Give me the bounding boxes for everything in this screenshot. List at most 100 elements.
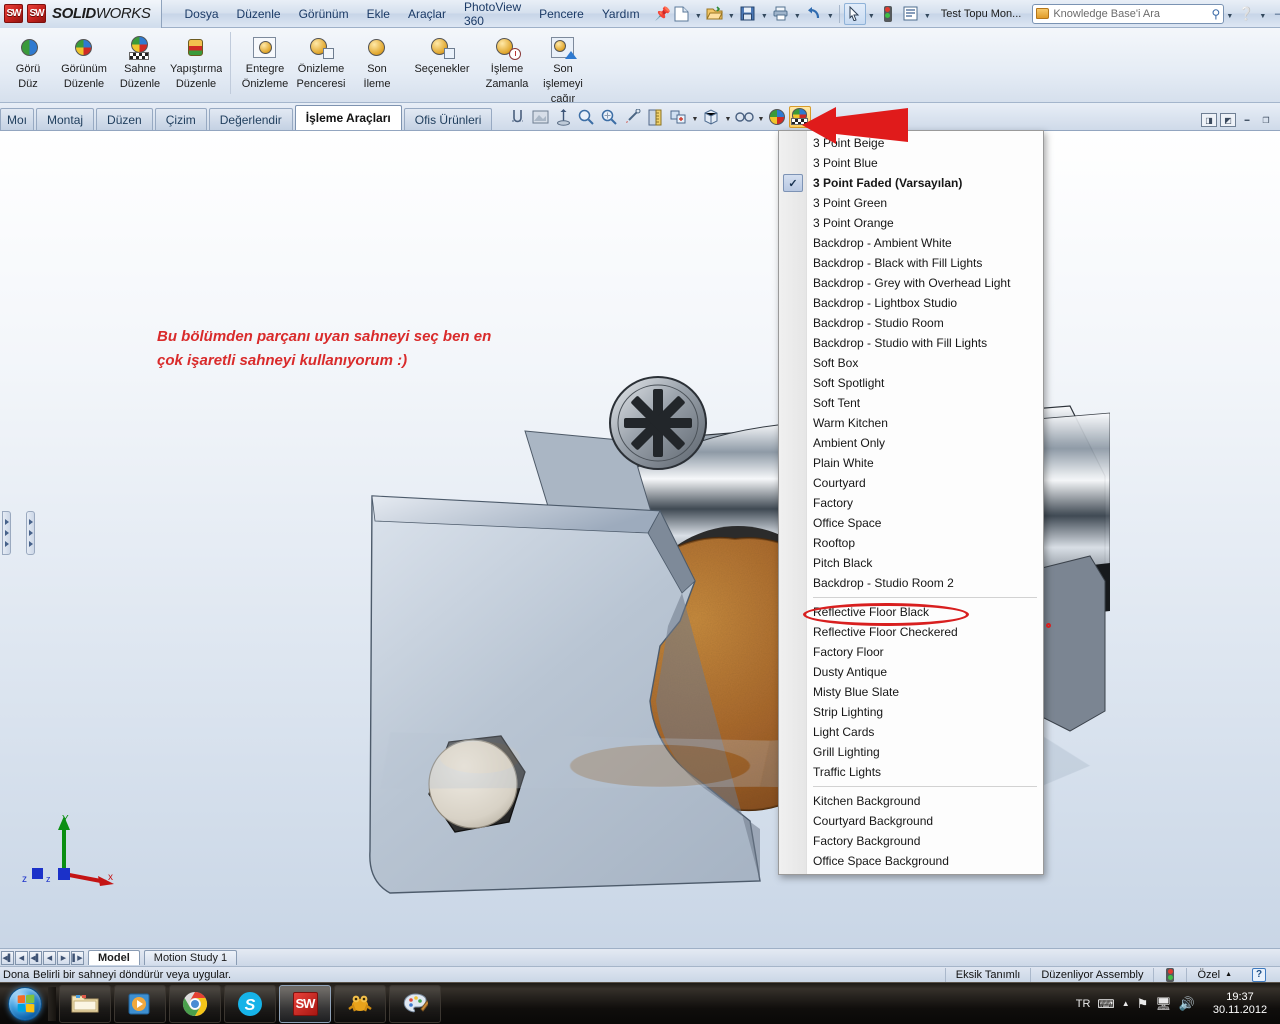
- status-traffic-light-icon[interactable]: [1153, 967, 1186, 982]
- undo-icon[interactable]: [803, 3, 825, 25]
- nav-prev-page-icon[interactable]: ◀: [15, 950, 28, 965]
- quick-access-toolbar[interactable]: ▼ ▼ ▼ ▼ ▼ ▼ ▼ Test Topu Mon... Knowledge…: [671, 2, 1280, 25]
- ribbon-button-integrated-preview[interactable]: Entegre Önizleme: [237, 32, 293, 94]
- feature-tree-splitter[interactable]: [2, 511, 11, 555]
- doc-minimize-icon[interactable]: ━: [1239, 113, 1255, 127]
- menu-ekle[interactable]: Ekle: [358, 3, 399, 25]
- select-caret-icon[interactable]: ▼: [867, 3, 876, 25]
- nav-forward-icon[interactable]: ▶: [57, 950, 70, 965]
- frog-icon[interactable]: [334, 984, 386, 1023]
- menu-item-22[interactable]: Backdrop - Studio Room 2: [779, 573, 1043, 593]
- move-component-icon[interactable]: [552, 106, 574, 128]
- menu-item-office-space-background[interactable]: Office Space Background: [779, 851, 1043, 871]
- ribbon-button-recall-render[interactable]: Son işlemeyi çağır: [535, 32, 591, 102]
- windows-explorer-icon[interactable]: [59, 984, 111, 1023]
- display-style-icon[interactable]: [700, 106, 722, 128]
- volume-icon[interactable]: 🔊: [1179, 996, 1195, 1012]
- menu-item-12[interactable]: Soft Spotlight: [779, 373, 1043, 393]
- mate-icon[interactable]: [506, 106, 528, 128]
- hidden-edge-icon[interactable]: [529, 106, 551, 128]
- menu-gorunum[interactable]: Görünüm: [290, 3, 358, 25]
- menu-item-5[interactable]: Backdrop - Ambient White: [779, 233, 1043, 253]
- feature-tree-splitter-2[interactable]: [26, 511, 35, 555]
- start-button[interactable]: [2, 985, 48, 1023]
- select-arrow-icon[interactable]: [843, 2, 866, 25]
- menu-dosya[interactable]: Dosya: [176, 3, 228, 25]
- action-center-flag-icon[interactable]: ⚑: [1137, 996, 1149, 1012]
- menu-photoview360[interactable]: PhotoView 360: [455, 0, 530, 32]
- ribbon-button-options[interactable]: Seçenekler: [405, 32, 479, 94]
- menu-pencere[interactable]: Pencere: [530, 3, 593, 25]
- save-caret-icon[interactable]: ▼: [760, 3, 769, 25]
- menu-item-misty-blue-slate[interactable]: Misty Blue Slate: [779, 682, 1043, 702]
- menu-item-reflective-floor-black[interactable]: Reflective Floor Black: [779, 602, 1043, 622]
- menu-araclar[interactable]: Araçlar: [399, 3, 455, 25]
- menu-item-factory-background[interactable]: Factory Background: [779, 831, 1043, 851]
- zoom-area-icon[interactable]: [575, 106, 597, 128]
- chrome-icon[interactable]: [169, 984, 221, 1023]
- pin-icon[interactable]: 📌: [655, 6, 671, 22]
- main-menu-bar[interactable]: Dosya Düzenle Görünüm Ekle Araçlar Photo…: [176, 0, 671, 32]
- minimize-button[interactable]: —: [1268, 5, 1280, 23]
- restore-right-icon[interactable]: ◩: [1220, 113, 1236, 127]
- clock[interactable]: 19:37 30.11.2012: [1202, 991, 1274, 1017]
- menu-item-dusty-antique[interactable]: Dusty Antique: [779, 662, 1043, 682]
- measure-icon[interactable]: [644, 106, 666, 128]
- doc-restore-icon[interactable]: ❐: [1258, 113, 1274, 127]
- search-caret-icon[interactable]: ▼: [1225, 3, 1234, 25]
- help-icon[interactable]: ❔: [1235, 3, 1257, 25]
- solidworks-icon[interactable]: SW: [279, 984, 331, 1023]
- print-icon[interactable]: [770, 3, 792, 25]
- menu-item-15[interactable]: Ambient Only: [779, 433, 1043, 453]
- tray-keyboard-icon[interactable]: ⌨: [1097, 997, 1114, 1011]
- menu-duzenle[interactable]: Düzenle: [228, 3, 290, 25]
- menu-item-7[interactable]: Backdrop - Grey with Overhead Light: [779, 273, 1043, 293]
- options-list-icon[interactable]: [900, 3, 922, 25]
- hide-show-icon[interactable]: [733, 106, 755, 128]
- tab-ofis-urunleri[interactable]: Ofis Ürünleri: [403, 108, 493, 130]
- tab-moi[interactable]: Moı: [0, 108, 35, 130]
- appearance-ball-icon[interactable]: [766, 106, 788, 128]
- restore-left-icon[interactable]: ◨: [1201, 113, 1217, 127]
- menu-item-courtyard-background[interactable]: Courtyard Background: [779, 811, 1043, 831]
- options-caret-icon[interactable]: ▼: [923, 3, 932, 25]
- chevron-up-icon[interactable]: ▲: [1225, 971, 1232, 978]
- print-caret-icon[interactable]: ▼: [793, 3, 802, 25]
- menu-item-factory-floor[interactable]: Factory Floor: [779, 642, 1043, 662]
- nav-first-icon[interactable]: ◀▌: [1, 950, 14, 965]
- ribbon-button-schedule-render[interactable]: İşleme Zamanla: [479, 32, 535, 94]
- view-orientation-caret-icon[interactable]: ▼: [690, 106, 699, 128]
- menu-item-19[interactable]: Office Space: [779, 513, 1043, 533]
- ribbon-button-edit-appearance-half[interactable]: Görü Düz: [0, 32, 56, 94]
- new-document-icon[interactable]: [671, 3, 693, 25]
- open-caret-icon[interactable]: ▼: [727, 3, 736, 25]
- knowledge-base-search-input[interactable]: Knowledge Base'i Ara ⚲: [1032, 3, 1225, 24]
- ribbon-button-edit-decal[interactable]: Yapıştırma Düzenle: [168, 32, 224, 94]
- ribbon-button-final-render[interactable]: Son İleme: [349, 32, 405, 94]
- menu-item-21[interactable]: Pitch Black: [779, 553, 1043, 573]
- menu-item-17[interactable]: Courtyard: [779, 473, 1043, 493]
- search-icon[interactable]: ⚲: [1212, 7, 1221, 21]
- menu-item-10[interactable]: Backdrop - Studio with Fill Lights: [779, 333, 1043, 353]
- traffic-light-icon[interactable]: [877, 3, 899, 25]
- network-icon[interactable]: 🖥: [1155, 996, 1172, 1012]
- tab-montaj[interactable]: Montaj: [36, 108, 95, 130]
- menu-item-14[interactable]: Warm Kitchen: [779, 413, 1043, 433]
- menu-item-reflective-floor-checkered[interactable]: Reflective Floor Checkered: [779, 622, 1043, 642]
- ribbon-button-preview-window[interactable]: Önizleme Penceresi: [293, 32, 349, 94]
- language-indicator[interactable]: TR: [1076, 998, 1091, 1010]
- open-folder-icon[interactable]: [704, 3, 726, 25]
- scene-dropdown-menu[interactable]: 3 Point Beige 3 Point Blue ✓ 3 Point Fad…: [778, 130, 1051, 875]
- taskbar-grip[interactable]: [48, 986, 56, 1021]
- tab-cizim[interactable]: Çizim: [154, 108, 207, 130]
- media-player-icon[interactable]: [114, 984, 166, 1023]
- menu-item-grill-lighting[interactable]: Grill Lighting: [779, 742, 1043, 762]
- hide-show-caret-icon[interactable]: ▼: [756, 106, 765, 128]
- menu-item-4[interactable]: 3 Point Orange: [779, 213, 1043, 233]
- menu-item-light-cards[interactable]: Light Cards: [779, 722, 1043, 742]
- status-custom-dropdown[interactable]: Özel ▲: [1186, 967, 1242, 982]
- ribbon-button-edit-appearance[interactable]: Görünüm Düzenle: [56, 32, 112, 94]
- menu-item-traffic-lights[interactable]: Traffic Lights: [779, 762, 1043, 782]
- bottom-tab-model[interactable]: Model: [88, 950, 140, 965]
- skype-icon[interactable]: S: [224, 984, 276, 1023]
